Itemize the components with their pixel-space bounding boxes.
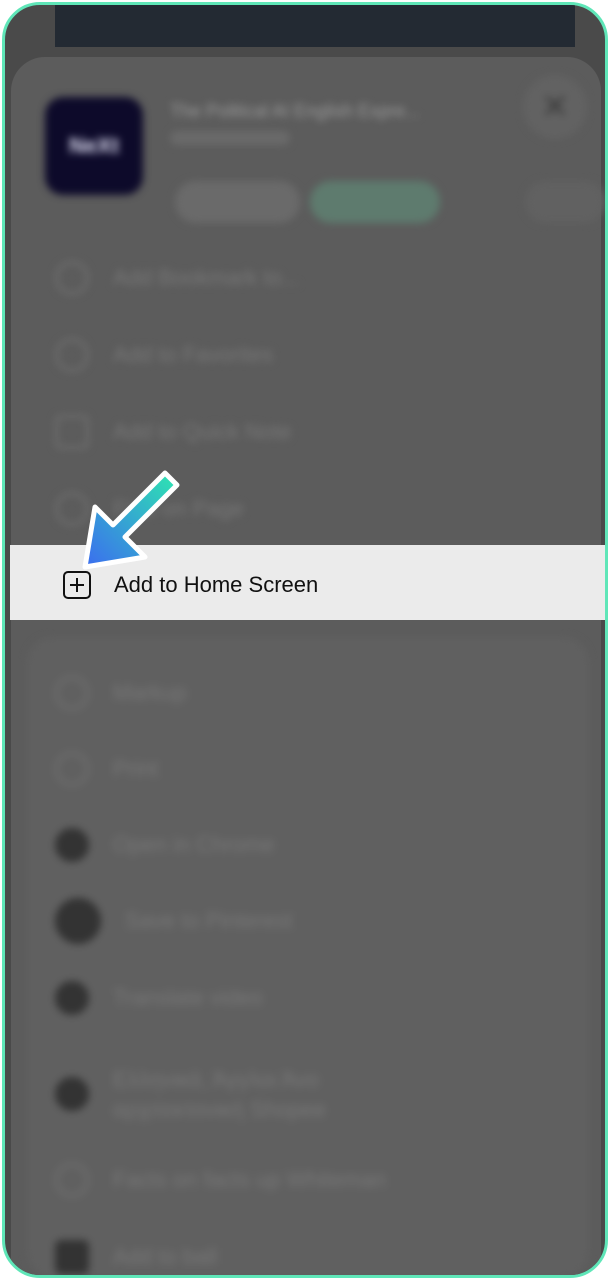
close-icon: ✕ — [540, 88, 570, 126]
book-icon — [55, 261, 89, 295]
quick-note-icon — [55, 415, 89, 449]
phone-frame: NeXt The Political AI English Expre... ✕… — [2, 2, 608, 1278]
menu-item-pinterest[interactable]: Save to Pinterest — [55, 898, 293, 944]
plus-square-icon — [63, 571, 91, 599]
page-title: The Political AI English Expre... — [170, 101, 421, 121]
menu-item-add-bookmark[interactable]: Add Bookmark to... — [55, 258, 300, 298]
menu-item-add-favorites[interactable]: Add to Favorites — [55, 335, 273, 375]
facts-icon — [55, 1163, 89, 1197]
markup-icon — [55, 676, 89, 710]
star-icon — [55, 338, 89, 372]
menu-item-open-chrome[interactable]: Open in Chrome — [55, 825, 274, 865]
site-app-icon: NeXt — [45, 97, 143, 195]
pinterest-icon — [55, 898, 101, 944]
add-to-home-screen-label: Add to Home Screen — [114, 572, 319, 597]
menu-item-translate[interactable]: Translate video — [55, 978, 263, 1018]
close-button[interactable]: ✕ — [523, 75, 587, 139]
menu-item-ball[interactable]: Add to ball — [55, 1237, 217, 1275]
share-target-pill-2[interactable] — [525, 181, 605, 223]
translate-icon — [55, 981, 89, 1015]
print-icon — [55, 752, 89, 786]
page-subtitle — [170, 131, 290, 145]
browser-top-bar — [55, 5, 575, 47]
menu-item-markup[interactable]: Markup — [55, 673, 186, 713]
chrome-icon — [55, 828, 89, 862]
menu-item-app-action[interactable]: Ελληνικά, Άγγλοι Άνο αρχιτεκτονική Shope… — [55, 1065, 326, 1125]
menu-item-print[interactable]: Print — [55, 749, 158, 789]
options-button[interactable] — [175, 181, 300, 223]
pointer-arrow-icon — [82, 470, 180, 570]
menu-item-quick-note[interactable]: Add to Quick Note — [55, 412, 292, 452]
app-icon — [55, 1077, 89, 1111]
menu-item-facts[interactable]: Facts on facts up Whiteman — [55, 1160, 386, 1200]
ball-icon — [55, 1240, 89, 1274]
share-target-pill[interactable] — [310, 181, 440, 223]
